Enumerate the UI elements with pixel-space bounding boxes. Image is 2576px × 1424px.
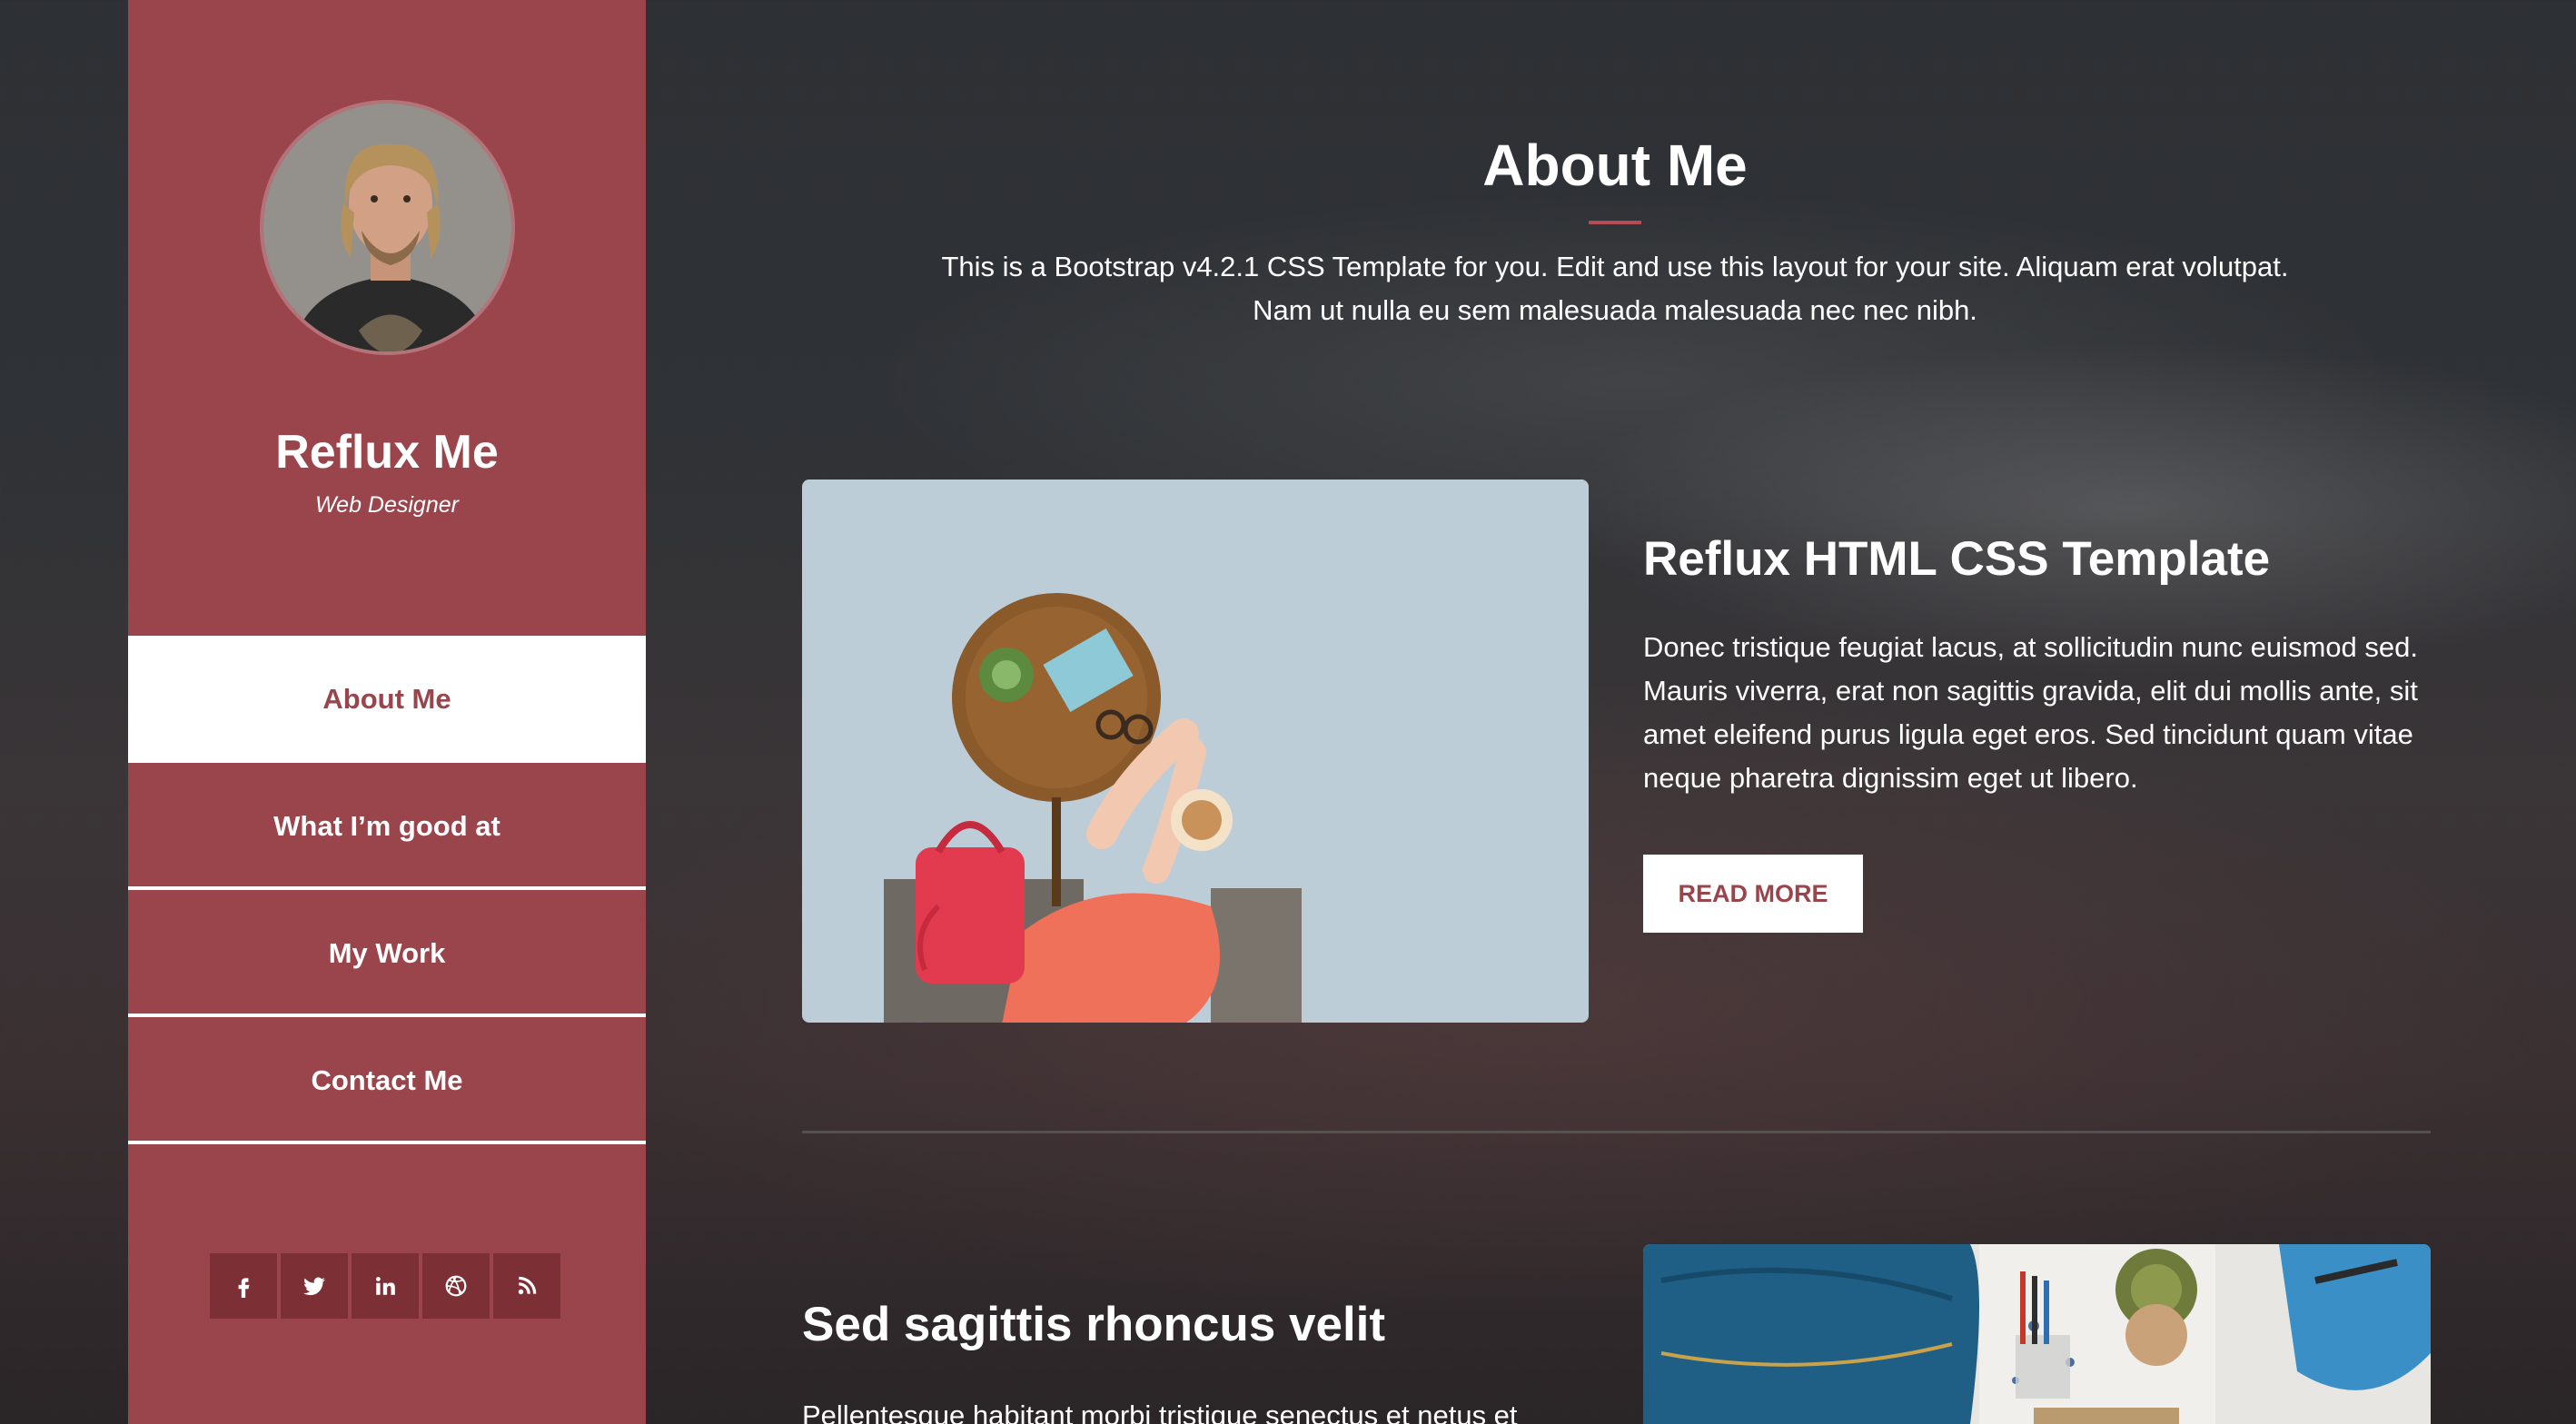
- profile-name: Reflux Me: [275, 426, 499, 479]
- profile-role: Web Designer: [315, 492, 459, 518]
- avatar: [260, 100, 515, 355]
- intro-text: This is a Bootstrap v4.2.1 CSS Template …: [802, 245, 2428, 332]
- feature-title: Reflux HTML CSS Template: [1643, 532, 2271, 586]
- linkedin-button[interactable]: [352, 1253, 419, 1319]
- feature-text-line: Donec tristique feugiat lacus, at sollic…: [1643, 631, 2418, 663]
- twitter-icon: [303, 1277, 325, 1296]
- sidebar: Reflux Me Web Designer About Me What I’m…: [128, 0, 646, 1424]
- read-more-button[interactable]: READ MORE: [1643, 855, 1863, 933]
- nav-item-contact-me[interactable]: Contact Me: [128, 1017, 646, 1144]
- feature-text-line: neque pharetra dignissim eget ut libero.: [1643, 762, 2138, 794]
- twitter-button[interactable]: [281, 1253, 348, 1319]
- nav-item-about-me[interactable]: About Me: [128, 636, 646, 763]
- intro-line: Nam ut nulla eu sem malesuada malesuada …: [1253, 294, 1977, 326]
- rss-button[interactable]: [493, 1253, 560, 1319]
- feature-text-line: amet eleifend purus ligula eget eros. Se…: [1643, 718, 2413, 750]
- nav-item-my-work[interactable]: My Work: [128, 890, 646, 1017]
- desk-photo: [1643, 1244, 2431, 1424]
- second-text: Pellentesque habitant morbi tristique se…: [802, 1399, 1518, 1424]
- facebook-icon: [238, 1278, 250, 1298]
- dribbble-button[interactable]: [422, 1253, 490, 1319]
- main-nav: About Me What I’m good at My Work Contac…: [128, 636, 646, 1144]
- dribbble-icon: [445, 1275, 467, 1297]
- second-title: Sed sagittis rhoncus velit: [802, 1298, 1386, 1351]
- second-image: [1643, 1244, 2431, 1424]
- facebook-button[interactable]: [210, 1253, 277, 1319]
- title-underline: [1589, 221, 1641, 224]
- person-avatar-image: [263, 104, 511, 351]
- section-divider: [802, 1131, 2431, 1133]
- feature-text: Donec tristique feugiat lacus, at sollic…: [1643, 626, 2442, 800]
- intro-line: This is a Bootstrap v4.2.1 CSS Template …: [941, 251, 2289, 282]
- linkedin-icon: [376, 1277, 395, 1295]
- feature-text-line: Mauris viverra, erat non sagittis gravid…: [1643, 675, 2418, 707]
- rss-icon: [518, 1276, 537, 1295]
- feature-image: [802, 480, 1589, 1023]
- table-top-photo: [802, 480, 1589, 1023]
- page-title: About Me: [1482, 133, 1748, 198]
- nav-item-what-im-good-at[interactable]: What I’m good at: [128, 763, 646, 890]
- social-links: [210, 1253, 560, 1319]
